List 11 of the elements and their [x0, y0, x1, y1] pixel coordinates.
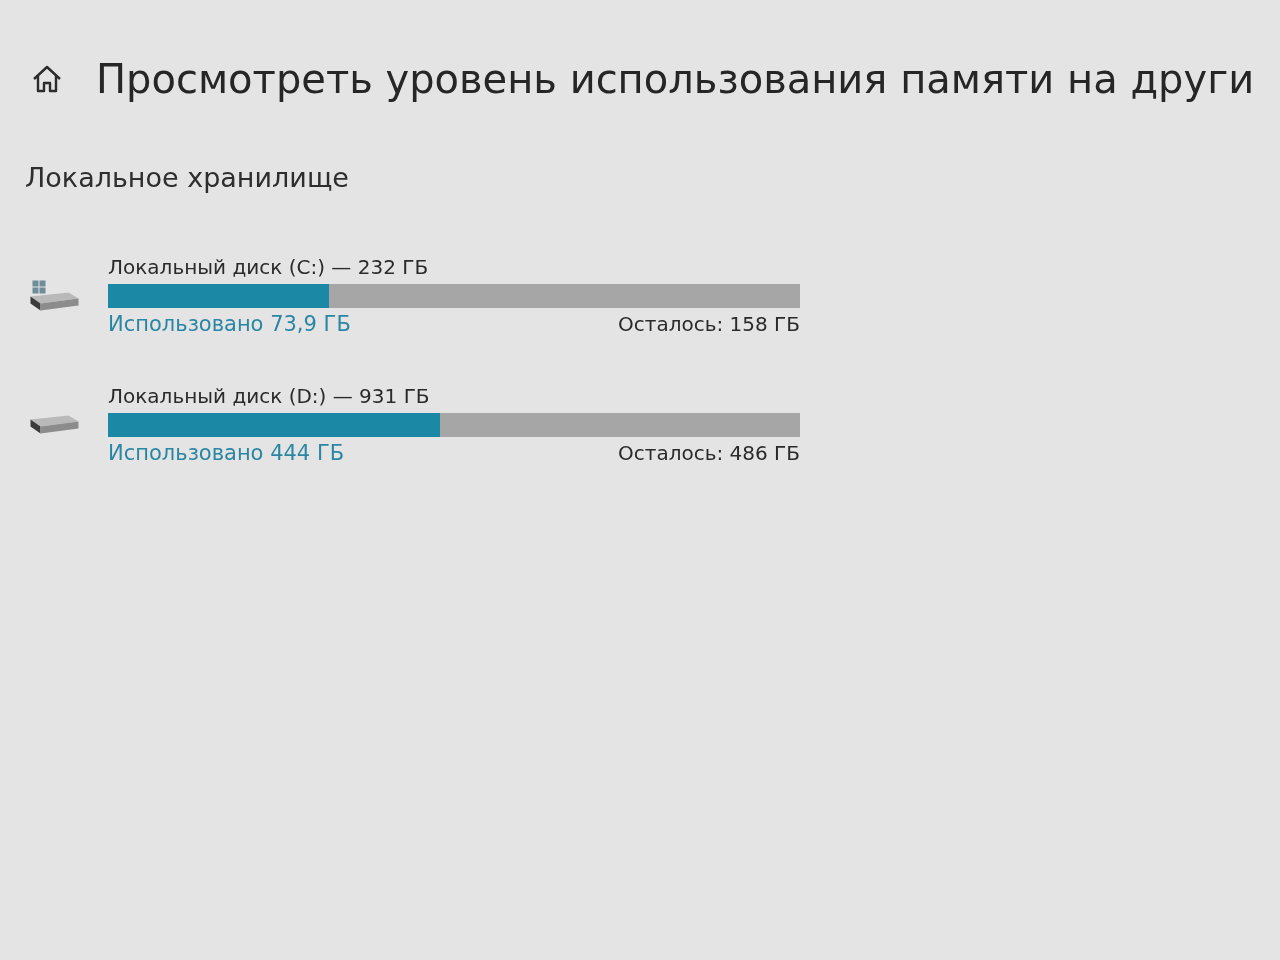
- remaining-space-text: Осталось: 486 ГБ: [618, 441, 800, 465]
- drive-with-windows-logo-icon: [29, 280, 79, 311]
- drive-name: Локальный диск (D:) — 931 ГБ: [108, 384, 430, 408]
- used-space-text: Использовано 73,9 ГБ: [108, 312, 351, 336]
- drive-icon: [29, 415, 79, 434]
- used-space-text: Использовано 444 ГБ: [108, 441, 345, 465]
- home-icon[interactable]: [32, 65, 62, 93]
- remaining-space-text: Осталось: 158 ГБ: [618, 312, 800, 336]
- section-heading: Локальное хранилище: [25, 162, 349, 193]
- page-title: Просмотреть уровень использования памяти на други: [96, 55, 1255, 104]
- drive-name: Локальный диск (C:) — 232 ГБ: [108, 255, 429, 279]
